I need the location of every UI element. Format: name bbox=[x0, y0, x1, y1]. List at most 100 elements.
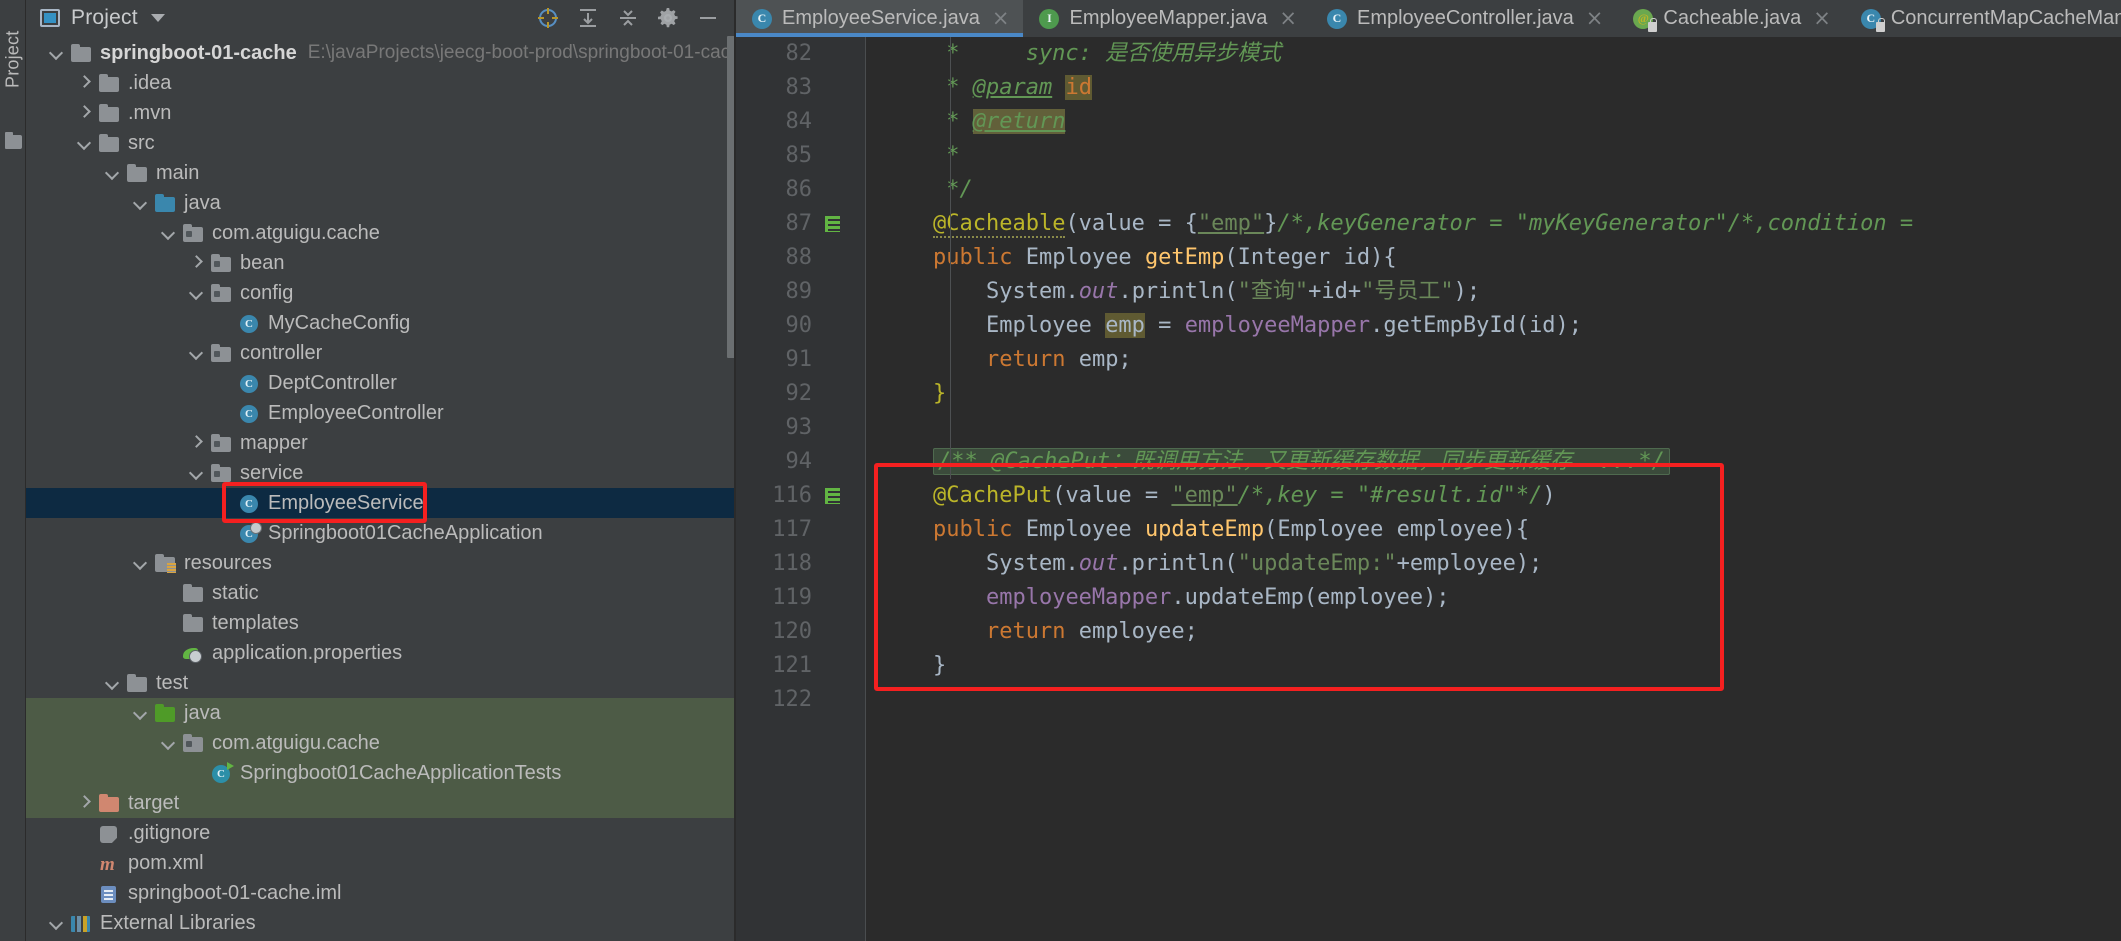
chevron-down-icon[interactable] bbox=[132, 194, 150, 212]
editor-tab-employeemapper[interactable]: I EmployeeMapper.java × bbox=[1023, 0, 1311, 37]
tree-item-java[interactable]: java bbox=[26, 188, 736, 218]
tree-item-java[interactable]: java bbox=[26, 698, 736, 728]
code-line: public Employee getEmp(Integer id){ bbox=[932, 245, 1397, 270]
gutter-line-number: 89 bbox=[785, 279, 813, 304]
tree-item-label: static bbox=[212, 582, 259, 604]
code-line: System.out.println("updateEmp:"+employee… bbox=[985, 551, 1543, 576]
project-tree[interactable]: springboot-01-cache E:\javaProjects\jeecg… bbox=[26, 36, 736, 941]
hide-icon[interactable] bbox=[696, 6, 720, 30]
java-class-icon: C bbox=[238, 403, 260, 423]
collapse-all-icon[interactable] bbox=[616, 6, 640, 30]
tree-item-employeeservice[interactable]: C EmployeeService bbox=[26, 488, 736, 518]
tree-item-service[interactable]: service bbox=[26, 458, 736, 488]
tree-item-resources[interactable]: resources bbox=[26, 548, 736, 578]
editor-tab-label: Cacheable.java bbox=[1663, 7, 1802, 29]
chevron-down-icon[interactable] bbox=[48, 44, 66, 62]
tree-item-label: templates bbox=[212, 612, 299, 634]
chevron-right-icon[interactable] bbox=[76, 104, 94, 122]
tree-item-bean[interactable]: bean bbox=[26, 248, 736, 278]
editor-gutter[interactable]: 82 83 84 85 86 87 88 89 90 91 92 93 94 116 117 118 119 12… bbox=[736, 37, 884, 941]
editor-tab-employeecontroller[interactable]: C EmployeeController.java × bbox=[1311, 0, 1617, 37]
close-icon[interactable]: × bbox=[992, 8, 1010, 29]
tree-item-springboot-01-cache-iml[interactable]: springboot-01-cache.iml bbox=[26, 878, 736, 908]
tree-item-application-properties[interactable]: application.properties bbox=[26, 638, 736, 668]
code-line: @CachePut(value = "emp"/*,key = "#result… bbox=[932, 483, 1556, 508]
chevron-right-icon[interactable] bbox=[188, 254, 206, 272]
gutter-line-number: 117 bbox=[736, 513, 884, 547]
tree-item-test[interactable]: test bbox=[26, 668, 736, 698]
editor-tab-bar[interactable]: C EmployeeService.java × I EmployeeMapper.ja… bbox=[736, 0, 2121, 37]
tree-item-templates[interactable]: templates bbox=[26, 608, 736, 638]
editor-tab-employeeservice[interactable]: C EmployeeService.java × bbox=[736, 0, 1024, 37]
tree-item-mycacheconfig[interactable]: C MyCacheConfig bbox=[26, 308, 736, 338]
close-icon[interactable]: × bbox=[1813, 8, 1831, 29]
expand-all-icon[interactable] bbox=[576, 6, 600, 30]
tree-item-deptcontroller[interactable]: C DeptController bbox=[26, 368, 736, 398]
chevron-down-icon[interactable] bbox=[104, 164, 122, 182]
locate-icon[interactable] bbox=[536, 6, 560, 30]
module-folder-icon bbox=[70, 43, 92, 63]
tree-item-label: springboot-01-cache.iml bbox=[128, 882, 342, 904]
tree-item-src[interactable]: src bbox=[26, 128, 736, 158]
external-libraries-icon bbox=[70, 913, 92, 933]
tree-item-springboot01cacheapplication[interactable]: C Springboot01CacheApplication bbox=[26, 518, 736, 548]
close-icon[interactable]: × bbox=[1279, 8, 1297, 29]
spring-bean-gutter-icon[interactable] bbox=[825, 488, 840, 504]
folder-icon bbox=[182, 613, 204, 633]
tree-item-label: config bbox=[240, 282, 294, 304]
tree-item-springboot-01-cache[interactable]: springboot-01-cache E:\javaProjects\jeecg… bbox=[26, 38, 736, 68]
tree-item-com-atguigu-cache[interactable]: com.atguigu.cache bbox=[26, 728, 736, 758]
tree-item-label: java bbox=[184, 702, 221, 724]
code-content[interactable]: * sync: 是否使用异步模式 * @param id * @return *… bbox=[866, 37, 2121, 941]
chevron-down-icon[interactable] bbox=[76, 134, 94, 152]
chevron-down-icon[interactable] bbox=[132, 554, 150, 572]
tree-item-com-atguigu-cache[interactable]: com.atguigu.cache bbox=[26, 218, 736, 248]
tree-item-label: External Libraries bbox=[100, 912, 256, 934]
chevron-down-icon[interactable] bbox=[188, 344, 206, 362]
tree-item-label: target bbox=[128, 792, 180, 814]
code-editor[interactable]: 82 83 84 85 86 87 88 89 90 91 92 93 94 116 117 118 119 12… bbox=[736, 37, 2121, 941]
tree-item-main[interactable]: main bbox=[26, 158, 736, 188]
chevron-down-icon[interactable] bbox=[104, 674, 122, 692]
tree-item-label: java bbox=[184, 192, 221, 214]
chevron-right-icon[interactable] bbox=[76, 794, 94, 812]
tree-item-target[interactable]: target bbox=[26, 788, 736, 818]
close-icon[interactable]: × bbox=[1586, 8, 1604, 29]
code-line: /** @CachePut：既调用方法，又更新缓存数据，同步更新缓存 ...*/ bbox=[880, 445, 2121, 479]
chevron-down-icon[interactable] bbox=[188, 284, 206, 302]
tree-item-mapper[interactable]: mapper bbox=[26, 428, 736, 458]
editor-tab-cacheable[interactable]: @ Cacheable.java × bbox=[1617, 0, 1844, 37]
chevron-down-icon[interactable] bbox=[188, 464, 206, 482]
chevron-down-icon[interactable] bbox=[48, 914, 66, 932]
tree-item-config[interactable]: config bbox=[26, 278, 736, 308]
chevron-right-icon[interactable] bbox=[76, 74, 94, 92]
chevron-down-icon[interactable] bbox=[150, 14, 165, 22]
tree-item-static[interactable]: static bbox=[26, 578, 736, 608]
project-tool-window-button[interactable]: Project bbox=[0, 4, 26, 114]
tool-window-strip: Project bbox=[0, 0, 26, 941]
settings-gear-icon[interactable] bbox=[656, 6, 680, 30]
structure-folder-icon[interactable] bbox=[5, 132, 22, 149]
ide-window: Project Project springboot-01-cache E:\j… bbox=[0, 0, 2121, 941]
tree-item-label: service bbox=[240, 462, 304, 484]
tree-item-label: com.atguigu.cache bbox=[212, 732, 380, 754]
tree-item-gitignore[interactable]: .gitignore bbox=[26, 818, 736, 848]
editor-tab-label: EmployeeMapper.java bbox=[1069, 7, 1268, 29]
chevron-down-icon[interactable] bbox=[160, 224, 178, 242]
spring-bean-gutter-icon[interactable] bbox=[825, 216, 840, 232]
tree-item-controller[interactable]: controller bbox=[26, 338, 736, 368]
tree-item-external-libraries[interactable]: External Libraries bbox=[26, 908, 736, 938]
tree-item-pom-xml[interactable]: m pom.xml bbox=[26, 848, 736, 878]
chevron-down-icon[interactable] bbox=[160, 734, 178, 752]
code-line: } bbox=[932, 381, 947, 406]
chevron-down-icon[interactable] bbox=[132, 704, 150, 722]
tree-item-employeecontroller[interactable]: C EmployeeController bbox=[26, 398, 736, 428]
editor-tab-concurrentmapcachemanager[interactable]: CConcurrentMapCacheManager.java bbox=[1845, 0, 2121, 37]
gutter-line-number: 86 bbox=[736, 173, 866, 207]
tree-item-springboot01cacheapplicationtests[interactable]: C Springboot01CacheApplicationTests bbox=[26, 758, 736, 788]
tree-item-idea[interactable]: .idea bbox=[26, 68, 736, 98]
chevron-right-icon[interactable] bbox=[188, 434, 206, 452]
tree-item-mvn[interactable]: .mvn bbox=[26, 98, 736, 128]
